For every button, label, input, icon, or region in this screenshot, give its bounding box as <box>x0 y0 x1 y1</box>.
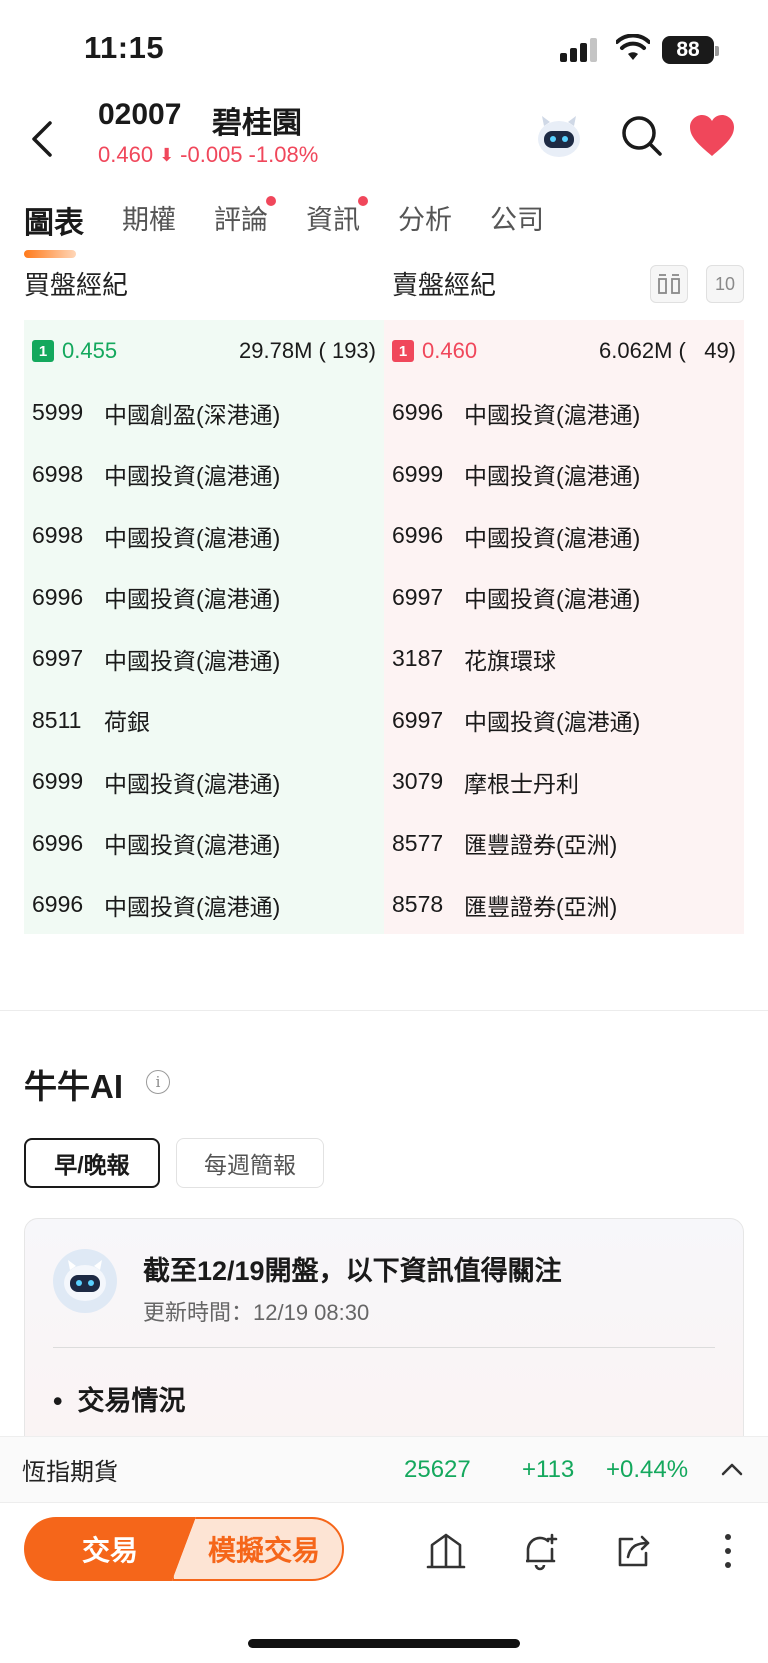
trade-buttons: 交易 模擬交易 <box>24 1517 344 1581</box>
stock-header: 02007 碧桂園 0.460 ⬇ -0.005 -1.08% <box>0 90 768 190</box>
home-indicator <box>248 1639 520 1648</box>
paper-trade-button[interactable]: 模擬交易 <box>172 1517 344 1581</box>
info-icon[interactable]: i <box>146 1070 170 1094</box>
favorite-heart-icon[interactable] <box>688 114 736 158</box>
quote-line: 0.460 ⬇ -0.005 -1.08% <box>98 142 318 168</box>
arrow-down-icon: ⬇ <box>159 144 175 165</box>
battery-icon: 88 <box>662 36 719 64</box>
tab-options[interactable]: 期權 <box>122 198 176 248</box>
chevron-left-icon <box>32 121 52 157</box>
ask-broker-row[interactable]: 6997 中國投資(滬港通) <box>384 567 744 629</box>
bid-broker-row[interactable]: 6996 中國投資(滬港通) <box>24 813 384 875</box>
search-icon[interactable] <box>620 114 664 158</box>
stock-code: 02007 <box>98 98 182 131</box>
tab-chart[interactable]: 圖表 <box>24 198 84 258</box>
ai-bullet-heading: • 交易情況 <box>53 1386 186 1416</box>
position-icon[interactable] <box>426 1531 466 1571</box>
futures-change-pct: +0.44% <box>606 1455 689 1483</box>
wifi-icon <box>616 34 650 60</box>
ask-level-badge: 1 <box>392 340 414 362</box>
futures-ticker[interactable]: 恆指期貨 25627 +113 +0.44% <box>0 1436 768 1502</box>
bid-price: 0.455 <box>62 338 118 363</box>
broker-queue-header: 買盤經紀 賣盤經紀 10 <box>24 265 744 305</box>
more-vertical-icon[interactable] <box>708 1531 748 1571</box>
stock-name: 碧桂園 <box>212 107 302 140</box>
ask-broker-row[interactable]: 3079 摩根士丹利 <box>384 751 744 813</box>
bid-broker-row[interactable]: 6999 中國投資(滬港通) <box>24 751 384 813</box>
ai-updated-time: 更新時間：12/19 08:30 <box>143 1300 370 1325</box>
tab-news[interactable]: 資訊 <box>306 196 368 248</box>
chip-daily-report[interactable]: 早/晚報 <box>24 1138 160 1188</box>
price-change-pct: -1.08% <box>248 142 319 167</box>
ask-price: 0.460 <box>422 338 478 363</box>
bid-volume: 29.78M ( 193) <box>239 338 376 363</box>
ask-broker-row[interactable]: 8578 匯豐證券(亞洲) <box>384 874 744 936</box>
ai-card-divider <box>53 1347 715 1348</box>
bid-broker-row[interactable]: 6996 中國投資(滬港通) <box>24 874 384 936</box>
bid-broker-row[interactable]: 5999 中國創盈(深港通) <box>24 382 384 444</box>
column-layout-button[interactable] <box>650 265 688 303</box>
ask-broker-row[interactable]: 3187 花旗環球 <box>384 628 744 690</box>
price-change: -0.005 <box>180 142 243 167</box>
bid-broker-row[interactable]: 6996 中國投資(滬港通) <box>24 567 384 629</box>
ask-broker-list: 1 0.460 6.062M ( 49) 6996 中國投資(滬港通) 6999 中… <box>384 320 744 934</box>
cellular-signal-icon <box>560 38 602 62</box>
ai-bot-icon <box>64 1260 106 1301</box>
ai-avatar <box>53 1249 117 1313</box>
status-bar: 11:15 88 <box>0 0 768 100</box>
tab-bar: 圖表 期權 評論 資訊 分析 公司 <box>24 196 582 258</box>
ask-broker-row[interactable]: 6999 中國投資(滬港通) <box>384 444 744 506</box>
section-divider <box>0 1010 768 1011</box>
ai-section-title: 牛牛AI <box>24 1068 123 1105</box>
broker-queue: 1 0.455 29.78M ( 193) 5999 中國創盈(深港通) 6998… <box>24 320 744 934</box>
tab-comments[interactable]: 評論 <box>214 196 276 248</box>
ask-broker-title: 賣盤經紀 <box>392 270 497 300</box>
ask-volume: 6.062M ( 49) <box>599 338 736 363</box>
ask-broker-row[interactable]: 8577 匯豐證券(亞洲) <box>384 813 744 875</box>
ai-bot-icon[interactable] <box>534 112 584 162</box>
ai-headline: 截至12/19開盤，以下資訊值得關注 <box>143 1256 562 1286</box>
tab-analysis[interactable]: 分析 <box>398 198 452 248</box>
bid-broker-row[interactable]: 6998 中國投資(滬港通) <box>24 444 384 506</box>
columns-icon <box>658 274 680 294</box>
notification-dot <box>266 196 276 206</box>
bottom-toolbar: 交易 模擬交易 <box>0 1502 768 1663</box>
bid-broker-row[interactable]: 6997 中國投資(滬港通) <box>24 628 384 690</box>
back-button[interactable] <box>22 114 62 164</box>
share-icon[interactable] <box>614 1531 654 1571</box>
ask-broker-row[interactable]: 6997 中國投資(滬港通) <box>384 690 744 752</box>
ask-broker-row[interactable]: 6996 中國投資(滬港通) <box>384 382 744 444</box>
ask-top-level: 1 0.460 6.062M ( 49) <box>384 320 744 382</box>
futures-name: 恆指期貨 <box>22 1459 118 1486</box>
ask-broker-row[interactable]: 6996 中國投資(滬港通) <box>384 505 744 567</box>
bid-broker-row[interactable]: 6998 中國投資(滬港通) <box>24 505 384 567</box>
price-alert-bell-icon[interactable] <box>520 1531 560 1571</box>
depth-10-button[interactable]: 10 <box>706 265 744 303</box>
bid-broker-row[interactable]: 8511 荷銀 <box>24 690 384 752</box>
notification-dot <box>358 196 368 206</box>
bid-level-badge: 1 <box>32 340 54 362</box>
bid-top-level: 1 0.455 29.78M ( 193) <box>24 320 384 382</box>
futures-value: 25627 <box>404 1455 471 1483</box>
status-time: 11:15 <box>84 30 165 65</box>
last-price: 0.460 <box>98 142 154 167</box>
futures-change: +113 <box>522 1455 575 1483</box>
chip-weekly-brief[interactable]: 每週簡報 <box>176 1138 324 1188</box>
tab-company[interactable]: 公司 <box>490 198 544 248</box>
chevron-up-icon[interactable] <box>720 1457 744 1481</box>
bid-broker-list: 1 0.455 29.78M ( 193) 5999 中國創盈(深港通) 6998… <box>24 320 384 934</box>
trade-button[interactable]: 交易 <box>24 1517 196 1581</box>
bid-broker-title: 買盤經紀 <box>24 270 129 300</box>
